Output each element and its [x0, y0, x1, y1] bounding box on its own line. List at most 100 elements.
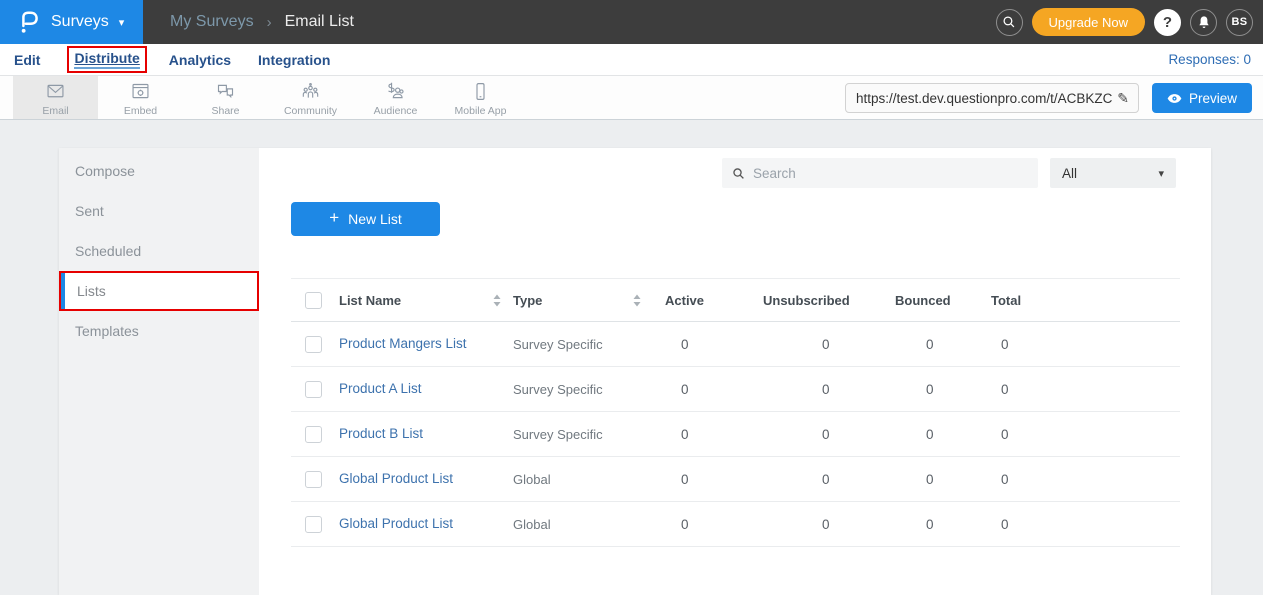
tab-integration[interactable]: Integration [258, 52, 330, 68]
bounced-count: 0 [895, 472, 991, 487]
list-name-link[interactable]: Product Mangers List [339, 336, 467, 351]
unsubscribed-count: 0 [763, 427, 895, 442]
row-checkbox[interactable] [305, 516, 322, 533]
tab-edit[interactable]: Edit [14, 52, 40, 68]
share-icon [215, 81, 236, 102]
row-checkbox[interactable] [305, 381, 322, 398]
caret-down-icon: ▾ [119, 16, 125, 29]
row-checkbox[interactable] [305, 471, 322, 488]
user-avatar[interactable]: BS [1226, 9, 1253, 36]
table-row: Global Product List Global 0 0 0 0 [291, 502, 1180, 547]
header-label: Total [991, 293, 1021, 308]
active-count: 0 [665, 472, 763, 487]
questionpro-logo [17, 9, 41, 35]
annotation-box-distribute: Distribute [67, 46, 146, 73]
survey-url-field: ✎ [845, 83, 1139, 113]
email-lists-panel: Compose Sent Scheduled Lists Templates A… [59, 148, 1211, 595]
notifications-button[interactable] [1190, 9, 1217, 36]
bell-icon [1197, 15, 1211, 30]
table-row: Global Product List Global 0 0 0 0 [291, 457, 1180, 502]
sidebar-item-sent[interactable]: Sent [59, 191, 259, 231]
embed-icon [130, 81, 151, 102]
search-button[interactable] [996, 9, 1023, 36]
table-row: Product Mangers List Survey Specific 0 0… [291, 322, 1180, 367]
sidebar-label-sent: Sent [75, 203, 104, 219]
sidebar-item-lists[interactable]: Lists [59, 271, 259, 311]
row-checkbox[interactable] [305, 426, 322, 443]
list-name-link[interactable]: Product B List [339, 426, 423, 441]
breadcrumb-separator-icon: › [267, 14, 272, 31]
list-type: Survey Specific [513, 382, 665, 397]
toolbar-item-embed[interactable]: Embed [98, 76, 183, 119]
sidebar-item-templates[interactable]: Templates [59, 311, 259, 351]
toolbar-item-mobile-app[interactable]: Mobile App [438, 76, 523, 119]
header-label: Bounced [895, 293, 951, 308]
tab-bar: Edit Distribute Analytics Integration Re… [0, 44, 1263, 76]
distribute-toolbar: Email Embed Share Community Audience Mob… [0, 76, 1263, 120]
unsubscribed-count: 0 [763, 472, 895, 487]
brand-label: Surveys [51, 13, 109, 31]
email-icon [45, 81, 66, 102]
select-all-checkbox[interactable] [305, 292, 322, 309]
toolbar-item-email[interactable]: Email [13, 76, 98, 119]
active-count: 0 [665, 427, 763, 442]
list-search-input[interactable] [753, 166, 1028, 181]
table-row: Product B List Survey Specific 0 0 0 0 [291, 412, 1180, 457]
sidebar-item-compose[interactable]: Compose [59, 151, 259, 191]
tab-analytics[interactable]: Analytics [169, 52, 231, 68]
list-name-link[interactable]: Global Product List [339, 516, 453, 531]
sort-icon[interactable] [633, 294, 641, 307]
bounced-count: 0 [895, 382, 991, 397]
toolbar-label-share: Share [211, 105, 239, 117]
toolbar-label-audience: Audience [374, 105, 418, 117]
edit-url-button[interactable]: ✎ [1112, 90, 1134, 107]
product-switcher[interactable]: Surveys ▾ [0, 0, 143, 44]
total-count: 0 [991, 472, 1180, 487]
avatar-initials: BS [1232, 16, 1248, 28]
list-type: Global [513, 517, 665, 532]
tab-distribute[interactable]: Distribute [74, 50, 139, 69]
header-label: Active [665, 293, 704, 308]
filter-value: All [1062, 166, 1077, 181]
active-count: 0 [665, 517, 763, 532]
new-list-label: New List [348, 211, 402, 227]
new-list-button[interactable]: + New List [291, 202, 440, 236]
unsubscribed-count: 0 [763, 517, 895, 532]
toolbar-label-mobile-app: Mobile App [455, 105, 507, 117]
sidebar-item-scheduled[interactable]: Scheduled [59, 231, 259, 271]
toolbar-item-community[interactable]: Community [268, 76, 353, 119]
row-checkbox[interactable] [305, 336, 322, 353]
list-name-link[interactable]: Product A List [339, 381, 422, 396]
list-type-filter[interactable]: All ▾ [1050, 158, 1176, 188]
eye-icon [1167, 93, 1182, 104]
toolbar-item-audience[interactable]: Audience [353, 76, 438, 119]
sort-icon[interactable] [493, 294, 501, 307]
total-count: 0 [991, 382, 1180, 397]
column-header-type[interactable]: Type [513, 293, 665, 308]
caret-down-icon: ▾ [1158, 167, 1164, 180]
toolbar-label-community: Community [284, 105, 337, 117]
toolbar-item-share[interactable]: Share [183, 76, 268, 119]
audience-icon [385, 81, 406, 102]
active-count: 0 [665, 337, 763, 352]
unsubscribed-count: 0 [763, 337, 895, 352]
table-header-row: List Name Type Active Unsubscribed Bounc… [291, 278, 1180, 322]
table-row: Product A List Survey Specific 0 0 0 0 [291, 367, 1180, 412]
survey-url-input[interactable] [856, 91, 1112, 106]
responses-count[interactable]: Responses: 0 [1168, 52, 1263, 67]
preview-button[interactable]: Preview [1152, 83, 1252, 113]
community-icon [300, 81, 321, 102]
total-count: 0 [991, 337, 1180, 352]
mobile-app-icon [470, 81, 491, 102]
help-button[interactable]: ? [1154, 9, 1181, 36]
breadcrumb-my-surveys[interactable]: My Surveys [170, 13, 254, 31]
email-sidebar: Compose Sent Scheduled Lists Templates [59, 148, 259, 595]
bounced-count: 0 [895, 427, 991, 442]
sidebar-label-lists: Lists [77, 283, 106, 299]
filter-row: All ▾ [259, 158, 1176, 188]
column-header-list-name[interactable]: List Name [339, 293, 513, 308]
upgrade-now-button[interactable]: Upgrade Now [1032, 8, 1146, 36]
list-type: Survey Specific [513, 337, 665, 352]
list-name-link[interactable]: Global Product List [339, 471, 453, 486]
toolbar-label-email: Email [42, 105, 68, 117]
